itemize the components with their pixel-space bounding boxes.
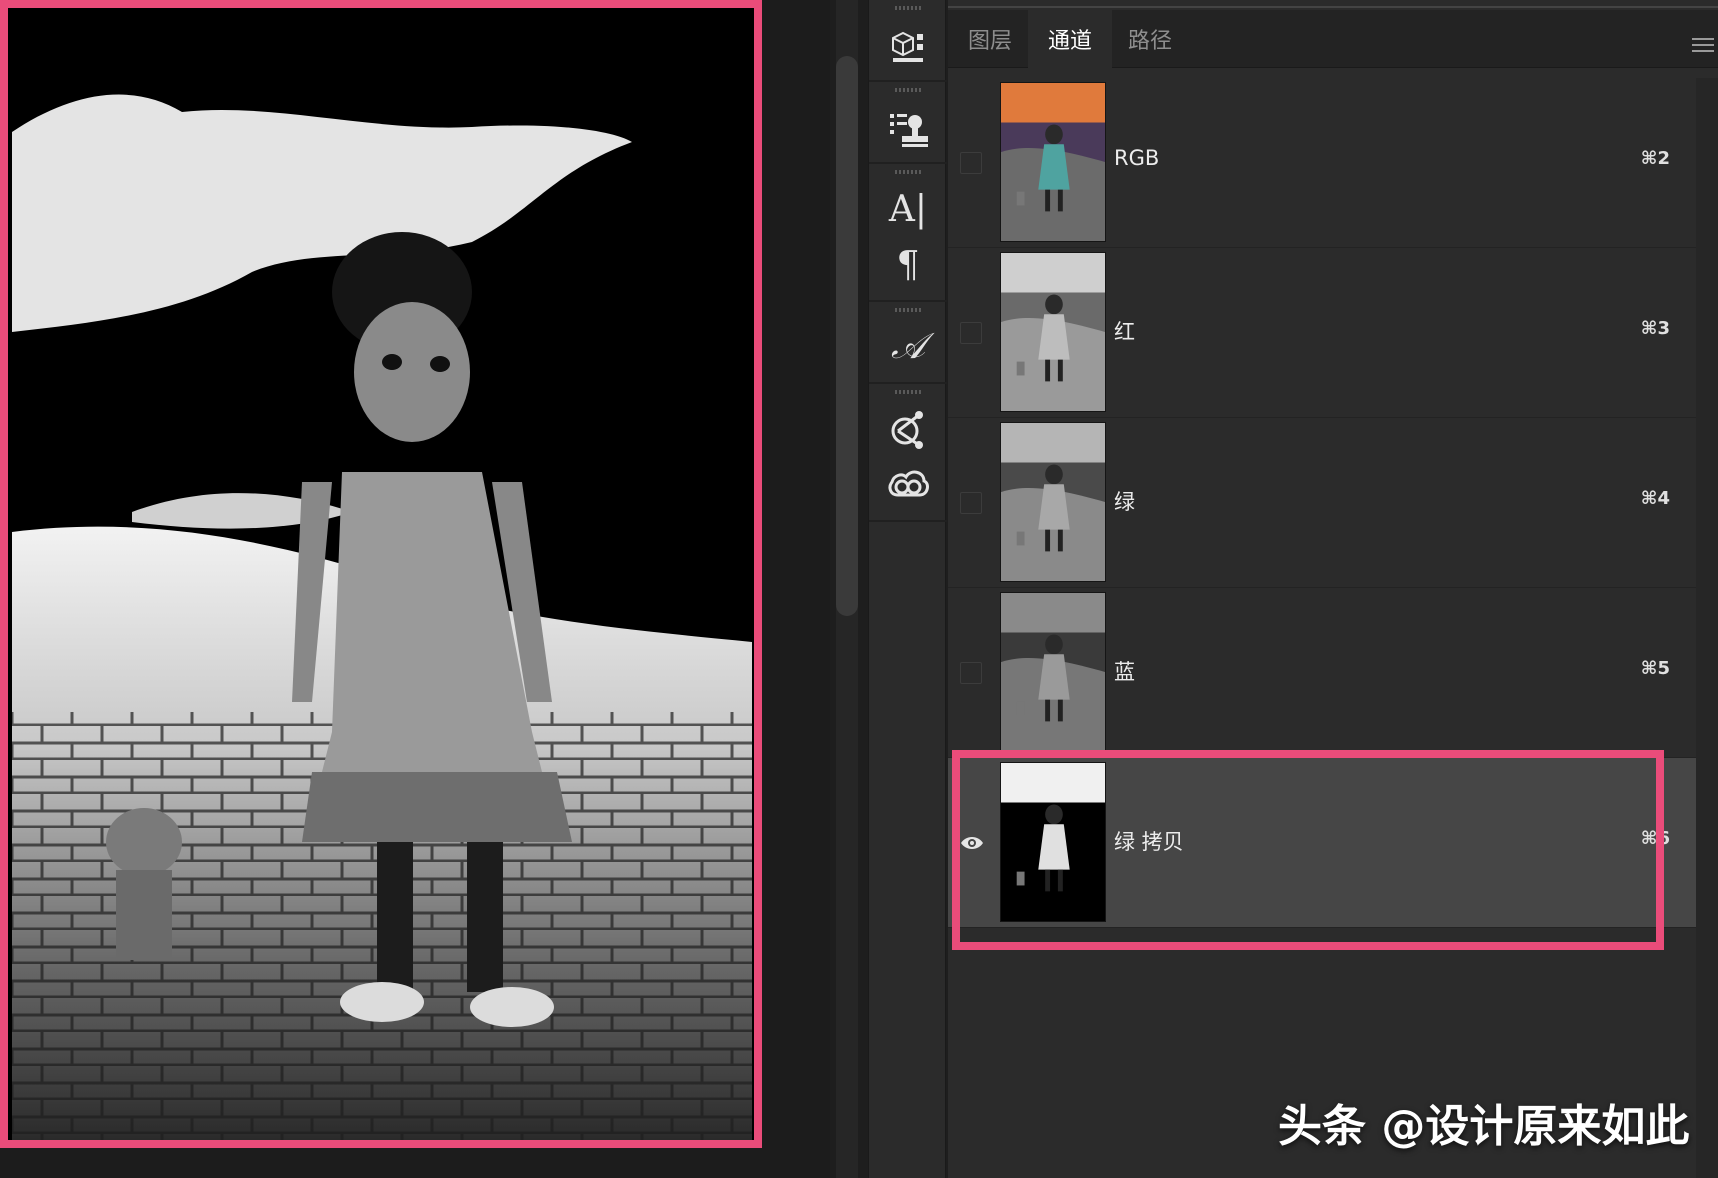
channel-name: RGB bbox=[1114, 146, 1159, 170]
channel-thumbnail bbox=[1000, 422, 1106, 582]
3d-axis-icon[interactable] bbox=[883, 404, 933, 454]
panel-menu-icon[interactable] bbox=[1692, 38, 1714, 54]
tool-group-1 bbox=[869, 0, 947, 82]
glyphs-icon[interactable]: 𝒜 bbox=[883, 322, 933, 372]
grip-handle[interactable] bbox=[895, 6, 921, 10]
photoshop-window: A| ¶ 𝒜 图层 通道 路径 RGB ⌘2 红 ⌘3 绿 ⌘4 蓝 ⌘5 绿 拷贝 ⌘6 bbox=[0, 0, 1718, 1178]
grip-handle[interactable] bbox=[895, 308, 921, 312]
channel-shortcut: ⌘4 bbox=[1641, 488, 1670, 509]
channel-name: 蓝 bbox=[1114, 656, 1135, 686]
canvas-scrollbar-thumb[interactable] bbox=[836, 56, 858, 616]
grip-handle[interactable] bbox=[895, 88, 921, 92]
paragraph-icon[interactable]: ¶ bbox=[883, 240, 933, 290]
channel-thumbnail bbox=[1000, 762, 1106, 922]
channel-row[interactable]: 蓝 ⌘5 bbox=[948, 588, 1696, 758]
panel-divider bbox=[948, 6, 1718, 8]
visibility-toggle[interactable] bbox=[960, 662, 982, 684]
channel-row[interactable]: 绿 ⌘4 bbox=[948, 418, 1696, 588]
channel-name: 绿 拷贝 bbox=[1114, 826, 1184, 856]
watermark: 头条 @设计原来如此 bbox=[1278, 1090, 1689, 1154]
channel-thumbnail bbox=[1000, 82, 1106, 242]
channel-row[interactable]: 红 ⌘3 bbox=[948, 248, 1696, 418]
stamp-list-icon[interactable] bbox=[883, 104, 933, 154]
eye-icon[interactable] bbox=[960, 834, 984, 852]
channel-shortcut: ⌘2 bbox=[1641, 148, 1670, 169]
tool-group-5 bbox=[869, 384, 947, 522]
panel-icon-strip: A| ¶ 𝒜 bbox=[868, 0, 946, 1178]
creative-cloud-icon[interactable] bbox=[883, 458, 933, 508]
channels-panel: 图层 通道 路径 RGB ⌘2 红 ⌘3 绿 ⌘4 蓝 ⌘5 绿 拷贝 ⌘6 bbox=[948, 0, 1718, 1178]
tool-group-4: 𝒜 bbox=[869, 302, 947, 384]
channel-row[interactable]: RGB ⌘2 bbox=[948, 78, 1696, 248]
channel-name: 绿 bbox=[1114, 486, 1135, 516]
grip-handle[interactable] bbox=[895, 390, 921, 394]
canvas-image bbox=[12, 12, 752, 1140]
visibility-toggle[interactable] bbox=[960, 152, 982, 174]
tool-group-2 bbox=[869, 82, 947, 164]
channel-thumbnail bbox=[1000, 592, 1106, 752]
canvas-area[interactable] bbox=[0, 0, 830, 1178]
3d-cube-icon[interactable] bbox=[883, 22, 933, 72]
visibility-toggle[interactable] bbox=[960, 492, 982, 514]
document-canvas[interactable] bbox=[0, 0, 762, 1148]
channel-thumbnail bbox=[1000, 252, 1106, 412]
channel-shortcut: ⌘6 bbox=[1641, 828, 1670, 849]
grip-handle[interactable] bbox=[895, 170, 921, 174]
tool-group-3: A| ¶ bbox=[869, 164, 947, 302]
tab-channels[interactable]: 通道 bbox=[1028, 10, 1112, 68]
visibility-toggle[interactable] bbox=[960, 322, 982, 344]
panel-scrollbar[interactable] bbox=[1696, 78, 1718, 1178]
tab-paths[interactable]: 路径 bbox=[1108, 10, 1192, 68]
channel-name: 红 bbox=[1114, 316, 1135, 346]
channel-list: RGB ⌘2 红 ⌘3 绿 ⌘4 蓝 ⌘5 绿 拷贝 ⌘6 bbox=[948, 78, 1696, 928]
character-icon[interactable]: A| bbox=[883, 184, 933, 234]
channel-row[interactable]: 绿 拷贝 ⌘6 bbox=[948, 758, 1696, 928]
tab-layers[interactable]: 图层 bbox=[948, 10, 1032, 68]
channel-shortcut: ⌘3 bbox=[1641, 318, 1670, 339]
channel-shortcut: ⌘5 bbox=[1641, 658, 1670, 679]
panel-tab-bar: 图层 通道 路径 bbox=[948, 10, 1718, 68]
